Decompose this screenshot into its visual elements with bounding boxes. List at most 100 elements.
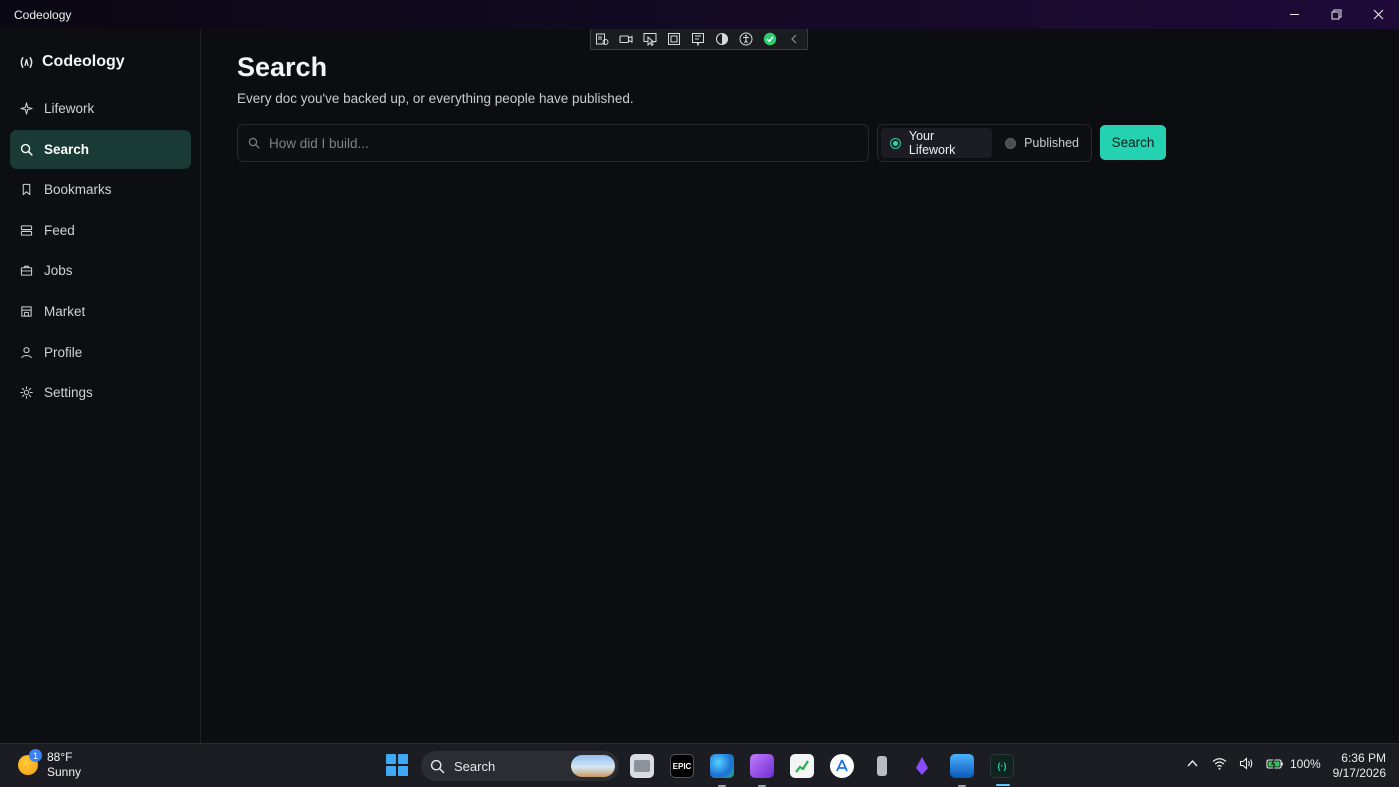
contrast-button[interactable] bbox=[712, 31, 731, 47]
device-glyph bbox=[877, 756, 887, 776]
clock-time: 6:36 PM bbox=[1341, 751, 1386, 765]
sidebar-item-feed[interactable]: Feed bbox=[10, 211, 191, 250]
frame-button[interactable] bbox=[664, 31, 683, 47]
window-controls bbox=[1273, 0, 1399, 29]
restore-icon bbox=[1331, 9, 1341, 20]
scope-option-published[interactable]: Published bbox=[996, 128, 1088, 158]
app-store-icon[interactable] bbox=[830, 754, 854, 778]
page-subtitle: Every doc you've backed up, or everythin… bbox=[237, 91, 634, 106]
sidebar-item-label: Market bbox=[44, 303, 86, 319]
search-icon bbox=[20, 143, 33, 156]
search-icon bbox=[430, 759, 445, 773]
store-icon bbox=[21, 306, 32, 317]
search-icon bbox=[248, 137, 260, 149]
debug-toolbar bbox=[590, 29, 808, 50]
brand-logo-icon bbox=[20, 56, 33, 68]
clock-date: 9/17/2026 bbox=[1332, 766, 1386, 780]
sidebar-nav: Lifework Search Bookmarks Feed Jobs Mark… bbox=[10, 89, 191, 414]
taskbar-search-label: Search bbox=[454, 758, 496, 774]
brand[interactable]: Codeology bbox=[19, 53, 125, 71]
sidebar-item-profile[interactable]: Profile bbox=[10, 333, 191, 372]
visual-studio-icon[interactable] bbox=[750, 754, 774, 787]
minimize-button[interactable] bbox=[1273, 0, 1315, 29]
sidebar-item-market[interactable]: Market bbox=[10, 292, 191, 331]
bookmark-icon bbox=[22, 184, 31, 196]
layout-icon bbox=[691, 33, 704, 46]
codeology-taskbar-icon[interactable]: (·) bbox=[990, 754, 1014, 786]
sidebar-item-bookmarks[interactable]: Bookmarks bbox=[10, 170, 191, 209]
check-status-button[interactable] bbox=[760, 31, 779, 47]
settings-icon bbox=[20, 386, 33, 399]
weather-text: 88°F Sunny bbox=[47, 750, 81, 780]
sparkle-icon bbox=[20, 102, 33, 115]
windows-logo-pane bbox=[386, 766, 396, 776]
accessibility-button[interactable] bbox=[736, 31, 755, 47]
close-button[interactable] bbox=[1357, 0, 1399, 29]
app-store-glyph bbox=[836, 759, 848, 772]
file-explorer-icon[interactable] bbox=[630, 754, 654, 778]
search-highlight-image bbox=[571, 755, 615, 777]
crystal-app-icon[interactable] bbox=[910, 754, 934, 778]
user-icon bbox=[21, 346, 32, 358]
system-tray: 100% bbox=[1185, 756, 1321, 771]
taskbar: 1 88°F Sunny Search EPIC (·) 100% 6:36 P… bbox=[0, 743, 1399, 787]
layout-button[interactable] bbox=[688, 31, 707, 47]
scope-option-label: Your Lifework bbox=[908, 129, 956, 157]
sidebar: Codeology Lifework Search Bookmarks Feed… bbox=[0, 29, 201, 743]
taskbar-search[interactable]: Search bbox=[421, 751, 619, 781]
select-element-button[interactable] bbox=[592, 31, 611, 47]
battery-percentage: 100% bbox=[1290, 756, 1321, 771]
chevron-up-icon[interactable] bbox=[1185, 756, 1200, 771]
collapse-toolbar-button[interactable] bbox=[784, 31, 803, 47]
crystal-glyph bbox=[916, 757, 928, 775]
device-app-icon[interactable] bbox=[870, 754, 894, 778]
frame-icon bbox=[667, 33, 680, 45]
chart-up-icon bbox=[795, 760, 809, 773]
stocks-app-icon[interactable] bbox=[790, 754, 814, 778]
chevron-left-icon bbox=[790, 34, 796, 44]
search-input[interactable] bbox=[269, 135, 868, 151]
clock[interactable]: 6:36 PM 9/17/2026 bbox=[1326, 751, 1386, 781]
weather-temp: 88°F bbox=[47, 750, 73, 764]
wifi-icon[interactable] bbox=[1212, 756, 1227, 771]
sidebar-item-label: Settings bbox=[44, 385, 93, 401]
search-button[interactable]: Search bbox=[1100, 125, 1166, 160]
epic-games-icon[interactable]: EPIC bbox=[670, 754, 694, 778]
record-button[interactable] bbox=[616, 31, 635, 47]
edge-browser-icon[interactable] bbox=[710, 754, 734, 787]
app-active-indicator bbox=[996, 784, 1010, 786]
sun-icon: 1 bbox=[18, 749, 42, 775]
battery-charging-icon[interactable] bbox=[1266, 756, 1284, 771]
radio-selected-icon bbox=[890, 137, 901, 149]
sidebar-item-label: Search bbox=[44, 141, 90, 157]
weather-condition: Sunny bbox=[47, 765, 82, 779]
window-title: Codeology bbox=[14, 7, 72, 22]
scope-option-label: Published bbox=[1024, 136, 1079, 150]
volume-icon[interactable] bbox=[1239, 756, 1254, 771]
sidebar-item-search[interactable]: Search bbox=[10, 129, 191, 169]
brand-name: Codeology bbox=[42, 53, 125, 70]
restore-button[interactable] bbox=[1315, 0, 1357, 29]
sidebar-item-label: Profile bbox=[44, 344, 83, 360]
sidebar-item-label: Lifework bbox=[44, 101, 95, 116]
pointer-select-button[interactable] bbox=[640, 31, 659, 47]
briefcase-icon bbox=[20, 266, 33, 277]
select-element-icon bbox=[595, 33, 608, 45]
sidebar-item-lifework[interactable]: Lifework bbox=[10, 89, 191, 128]
scope-option-your-lifework[interactable]: Your Lifework bbox=[881, 128, 993, 158]
sidebar-item-settings[interactable]: Settings bbox=[10, 373, 191, 412]
search-scope-toggle: Your Lifework Published bbox=[877, 124, 1092, 162]
sidebar-item-label: Bookmarks bbox=[44, 182, 112, 198]
check-circle-icon bbox=[763, 32, 776, 46]
start-button[interactable] bbox=[386, 754, 408, 776]
photos-app-icon[interactable] bbox=[950, 754, 974, 787]
weather-widget[interactable]: 1 88°F Sunny bbox=[18, 749, 81, 780]
radio-unselected-icon bbox=[1005, 137, 1017, 149]
search-box bbox=[237, 124, 869, 162]
video-camera-icon bbox=[618, 35, 633, 44]
minimize-icon bbox=[1289, 14, 1299, 15]
windows-logo-icon bbox=[386, 754, 396, 764]
sidebar-item-jobs[interactable]: Jobs bbox=[10, 251, 191, 290]
sidebar-item-label: Jobs bbox=[44, 263, 73, 279]
file-explorer-glyph bbox=[634, 760, 650, 772]
